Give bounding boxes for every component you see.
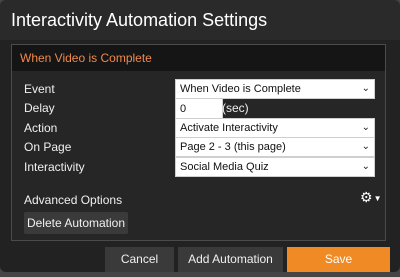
interactivity-row: Interactivity Social Media Quiz ⌄: [12, 157, 385, 177]
chevron-down-icon: ⌄: [361, 141, 370, 152]
delay-row: Delay (sec): [12, 98, 385, 120]
gear-icon[interactable]: ⚙▼: [360, 189, 381, 206]
advanced-options-label: Advanced Options: [24, 193, 123, 207]
on-page-label: On Page: [24, 140, 72, 154]
action-label: Action: [24, 121, 58, 135]
delay-unit: (sec): [222, 101, 249, 115]
caret-down-icon: ▼: [373, 193, 382, 203]
automation-settings-dialog: Interactivity Automation Settings When V…: [0, 0, 400, 272]
automation-header: When Video is Complete: [12, 45, 385, 71]
chevron-down-icon: ⌄: [361, 122, 370, 133]
delete-automation-button[interactable]: Delete Automation: [24, 212, 128, 234]
event-row: Event When Video is Complete ⌄: [12, 79, 385, 99]
on-page-select-value: Page 2 - 3 (this page): [180, 141, 286, 153]
action-select[interactable]: Activate Interactivity ⌄: [175, 118, 375, 138]
chevron-down-icon: ⌄: [361, 161, 370, 172]
automation-panel: When Video is Complete Event When Video …: [11, 44, 386, 241]
dialog-title: Interactivity Automation Settings: [0, 0, 400, 40]
event-label: Event: [24, 82, 55, 96]
action-row: Action Activate Interactivity ⌄: [12, 118, 385, 138]
interactivity-select-value: Social Media Quiz: [180, 161, 269, 173]
interactivity-label: Interactivity: [24, 160, 85, 174]
save-button[interactable]: Save: [287, 247, 390, 272]
on-page-select[interactable]: Page 2 - 3 (this page) ⌄: [175, 137, 375, 157]
interactivity-select[interactable]: Social Media Quiz ⌄: [175, 157, 375, 177]
event-select[interactable]: When Video is Complete ⌄: [175, 79, 375, 99]
cancel-button[interactable]: Cancel: [105, 247, 174, 272]
delay-label: Delay: [24, 101, 55, 115]
add-automation-button[interactable]: Add Automation: [178, 247, 283, 272]
action-select-value: Activate Interactivity: [180, 122, 278, 134]
delay-input[interactable]: [175, 98, 223, 120]
chevron-down-icon: ⌄: [361, 83, 370, 94]
on-page-row: On Page Page 2 - 3 (this page) ⌄: [12, 137, 385, 157]
event-select-value: When Video is Complete: [180, 83, 301, 95]
